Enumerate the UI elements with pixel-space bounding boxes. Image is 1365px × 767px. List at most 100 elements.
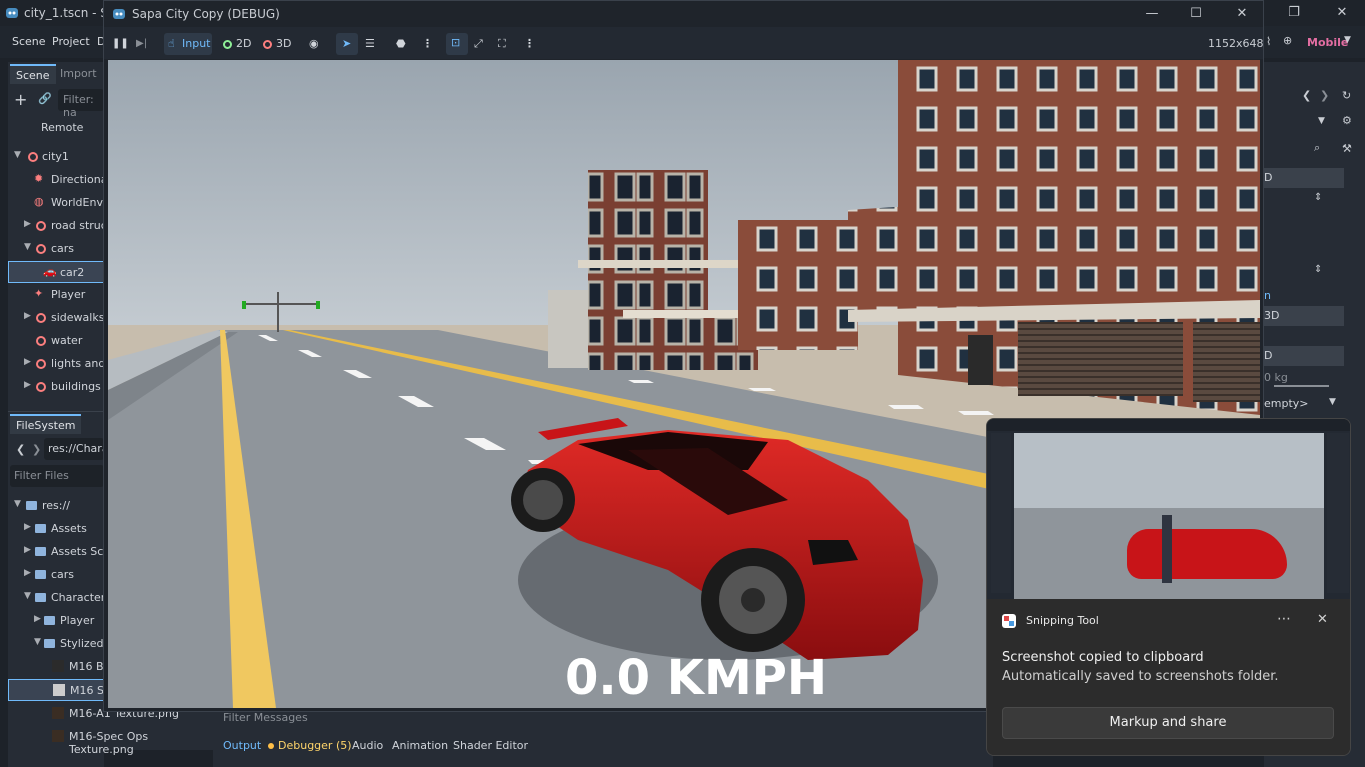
file-item-cars[interactable]: ▶ cars xyxy=(8,564,104,586)
garage-shutter xyxy=(1018,322,1183,396)
scene-filter-input[interactable]: Filter: na xyxy=(58,89,104,119)
input-toggle[interactable]: ☝ Input xyxy=(164,33,212,55)
renderer-select[interactable]: Mobile xyxy=(1307,36,1348,49)
folder-icon xyxy=(44,616,55,625)
file-item-m16-base[interactable]: M16 Ba xyxy=(8,656,104,678)
inspector-link[interactable]: n xyxy=(1264,289,1271,302)
more-icon[interactable]: ⋮ xyxy=(422,33,433,55)
character-icon: ✦ xyxy=(34,287,44,300)
inspector-section: D xyxy=(1264,346,1344,366)
speedometer: 0.0 KMPH xyxy=(565,650,827,706)
bottom-panel: Filter Messages Output Debugger (5) Audi… xyxy=(213,708,993,767)
history-back-icon[interactable]: ❮ xyxy=(1302,89,1311,102)
visibility-icon[interactable]: ◉ xyxy=(309,33,319,55)
menu-project[interactable]: Project xyxy=(52,35,90,48)
inspector-section: D xyxy=(1264,168,1344,188)
toast-body: Snipping Tool ⋯ ✕ Screenshot copied to c… xyxy=(987,599,1350,755)
tab-shader-editor[interactable]: Shader Editor xyxy=(453,739,528,752)
chevron-down-icon[interactable]: ▼ xyxy=(1329,397,1336,407)
remote-button[interactable]: Remote xyxy=(41,121,83,134)
tree-node-water[interactable]: water xyxy=(8,330,104,352)
tab-audio[interactable]: Audio xyxy=(352,739,383,752)
game-toolbar: ❚❚ ▶| ☝ Input 2D 3D ◉ ➤ ☰ ⬣ ⋮ ⊡ ⤢ ⛶ ⋮ 11… xyxy=(104,27,1264,59)
filter-files-input[interactable]: Filter Files xyxy=(10,465,104,487)
history-icon[interactable]: ↻ xyxy=(1342,89,1351,102)
close-icon[interactable]: ✕ xyxy=(1317,612,1328,627)
maximize-icon[interactable]: ☐ xyxy=(1182,4,1210,24)
step-icon[interactable]: ▶| xyxy=(136,33,147,55)
preview-dock xyxy=(991,433,1011,593)
back-icon[interactable]: ❮ xyxy=(16,443,25,456)
expand-icon[interactable]: ⤢ xyxy=(474,33,483,55)
close-icon[interactable]: ✕ xyxy=(1328,3,1356,23)
tree-node-buildings[interactable]: ▶ buildings xyxy=(8,376,104,398)
list-select-icon[interactable]: ☰ xyxy=(365,33,375,55)
file-item-character[interactable]: ▼Character A xyxy=(8,587,104,609)
link-icon[interactable]: 🔗 xyxy=(38,92,52,105)
file-item-player[interactable]: ▶ Player xyxy=(8,610,104,632)
folder-icon xyxy=(35,593,46,602)
tree-node-sidewalks[interactable]: ▶ sidewalks xyxy=(8,307,104,329)
pause-icon[interactable]: ❚❚ xyxy=(112,33,129,55)
updown-icon[interactable]: ⇕ xyxy=(1314,192,1322,203)
tree-node-city1[interactable]: ▼ city1 xyxy=(8,146,104,168)
close-icon[interactable]: ✕ xyxy=(1228,4,1256,24)
mode-3d-button[interactable]: 3D xyxy=(276,33,291,55)
markup-and-share-button[interactable]: Markup and share xyxy=(1002,707,1334,739)
tree-node-car2[interactable]: 🚗 car2 xyxy=(8,261,104,283)
fullscreen-icon[interactable]: ⛶ xyxy=(498,33,506,55)
node3d-icon xyxy=(36,359,46,369)
tab-debugger[interactable]: Debugger (5) xyxy=(278,739,352,752)
mass-slider[interactable] xyxy=(1274,385,1329,387)
more-icon[interactable]: ⋮ xyxy=(524,33,535,55)
screenshot-preview[interactable] xyxy=(987,419,1350,599)
image-icon xyxy=(52,660,64,672)
menu-scene[interactable]: Scene xyxy=(12,35,46,48)
more-options-icon[interactable]: ⋯ xyxy=(1277,611,1291,627)
tab-scene[interactable]: Scene xyxy=(10,64,56,84)
updown-icon[interactable]: ⇕ xyxy=(1314,264,1322,275)
preview-car xyxy=(1127,529,1287,579)
resource-field[interactable]: empty> xyxy=(1264,397,1309,410)
minimize-icon[interactable]: — xyxy=(1138,4,1166,24)
object-icon[interactable]: ⚙ xyxy=(1342,114,1352,127)
chevron-down-icon[interactable]: ▼ xyxy=(1318,116,1325,126)
tree-node-cars[interactable]: ▼ cars xyxy=(8,238,104,260)
file-item-assets-scenes[interactable]: ▶Assets Scen xyxy=(8,541,104,563)
tab-animation[interactable]: Animation xyxy=(392,739,448,752)
file-item-res[interactable]: ▼ res:// xyxy=(8,495,104,517)
tab-import[interactable]: Import xyxy=(54,64,103,84)
file-item-m16-spec-ops[interactable]: M16-Spec Ops Texture.png xyxy=(69,730,213,756)
mass-field[interactable]: 0 kg xyxy=(1264,371,1288,384)
godot-logo-icon xyxy=(6,8,18,18)
restore-icon[interactable]: ❐ xyxy=(1280,3,1308,23)
zoom-icon[interactable]: ⊕ xyxy=(1283,34,1292,47)
camera-override-button[interactable]: ⊡ xyxy=(446,33,468,55)
mode-2d-button[interactable]: 2D xyxy=(236,33,251,55)
history-forward-icon[interactable]: ❯ xyxy=(1320,89,1329,102)
file-item-stylized[interactable]: ▼Stylized M xyxy=(8,633,104,655)
select-tool-button[interactable]: ➤ xyxy=(336,33,358,55)
image-icon xyxy=(52,730,64,742)
file-item-m16-st[interactable]: M16 St xyxy=(8,679,104,701)
forward-icon[interactable]: ❯ xyxy=(32,443,41,456)
add-node-icon[interactable]: + xyxy=(14,90,27,109)
path-field[interactable]: res://Chara xyxy=(44,438,109,460)
tree-node-directional-light[interactable]: ✹Directional xyxy=(8,169,104,191)
tree-node-lights[interactable]: ▶lights and t xyxy=(8,353,104,375)
movie-icon[interactable]: ⌇ xyxy=(1266,35,1271,48)
camera-icon[interactable]: ⬣ xyxy=(396,33,406,55)
tab-output[interactable]: Output xyxy=(223,739,261,752)
filter-messages-input[interactable]: Filter Messages xyxy=(223,711,308,724)
tab-filesystem[interactable]: FileSystem xyxy=(10,414,82,434)
tree-node-road-struct[interactable]: ▶road struct xyxy=(8,215,104,237)
light-icon: ✹ xyxy=(34,172,44,185)
file-item-assets[interactable]: ▶ Assets xyxy=(8,518,104,540)
node3d-icon xyxy=(36,336,46,346)
tree-node-player[interactable]: ✦ Player xyxy=(8,284,104,306)
tools-icon[interactable]: ⚒ xyxy=(1342,142,1352,155)
dock-divider xyxy=(8,411,104,412)
snipping-tool-toast[interactable]: Snipping Tool ⋯ ✕ Screenshot copied to c… xyxy=(986,418,1351,756)
search-icon[interactable]: ⌕ xyxy=(1314,141,1320,155)
tree-node-world-environment[interactable]: ◍WorldEnvir xyxy=(8,192,104,214)
